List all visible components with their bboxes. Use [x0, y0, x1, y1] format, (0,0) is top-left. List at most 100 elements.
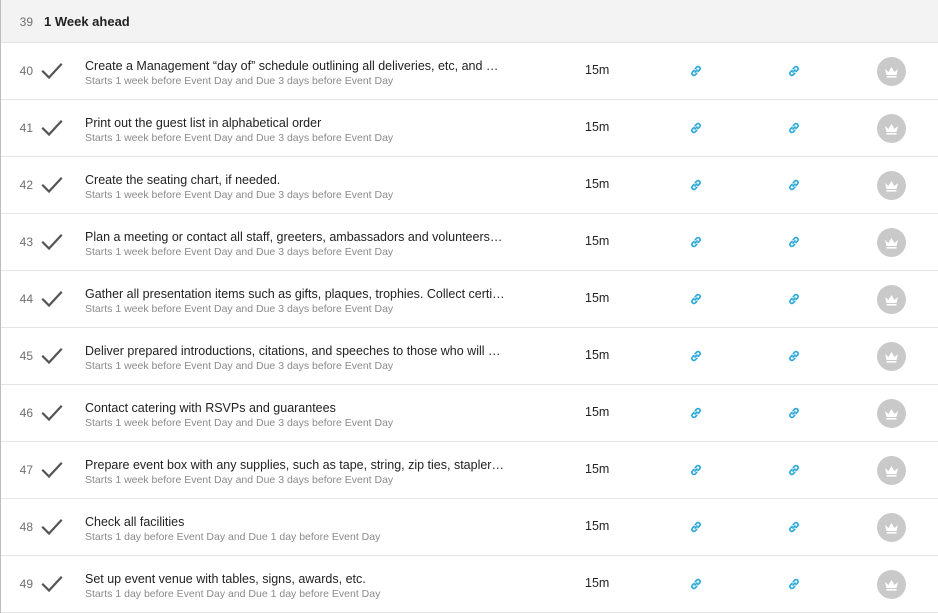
complete-task-button[interactable]	[39, 59, 65, 83]
task-title[interactable]: Plan a meeting or contact all staff, gre…	[85, 230, 505, 244]
dependency-link-button[interactable]	[688, 462, 704, 478]
check-icon	[41, 347, 63, 365]
row-number: 48	[19, 520, 33, 534]
crown-icon	[885, 465, 898, 477]
premium-button[interactable]	[877, 399, 906, 428]
dependency-link-button[interactable]	[688, 348, 704, 364]
complete-task-button[interactable]	[39, 287, 65, 311]
dependency-link-button[interactable]	[688, 519, 704, 535]
task-row[interactable]: 43 Plan a meeting or contact all staff, …	[1, 214, 938, 271]
check-icon	[41, 290, 63, 308]
check-icon	[41, 176, 63, 194]
crown-icon	[885, 522, 898, 534]
resource-link-button[interactable]	[786, 234, 802, 250]
task-duration: 15m	[585, 120, 610, 134]
resource-link-button[interactable]	[786, 177, 802, 193]
resource-link-button[interactable]	[786, 462, 802, 478]
task-title[interactable]: Check all facilities	[85, 515, 505, 529]
link-icon	[691, 179, 701, 191]
task-row[interactable]: 40 Create a Management “day of” schedule…	[1, 43, 938, 100]
premium-button[interactable]	[877, 114, 906, 143]
link-icon	[691, 407, 701, 419]
complete-task-button[interactable]	[39, 458, 65, 482]
task-duration: 15m	[585, 519, 610, 533]
task-duration: 15m	[585, 234, 610, 248]
task-duration: 15m	[585, 177, 610, 191]
complete-task-button[interactable]	[39, 344, 65, 368]
task-title[interactable]: Print out the guest list in alphabetical…	[85, 116, 505, 130]
crown-icon	[885, 408, 898, 420]
task-list: 40 Create a Management “day of” schedule…	[1, 43, 938, 613]
section-title: 1 Week ahead	[44, 14, 130, 29]
row-number: 45	[19, 349, 33, 363]
dependency-link-button[interactable]	[688, 234, 704, 250]
task-title[interactable]: Gather all presentation items such as gi…	[85, 287, 505, 301]
task-schedule: Starts 1 week before Event Day and Due 3…	[85, 360, 394, 372]
task-title[interactable]: Deliver prepared introductions, citation…	[85, 344, 505, 358]
task-schedule: Starts 1 week before Event Day and Due 3…	[85, 75, 394, 87]
link-icon	[691, 578, 701, 590]
link-icon	[789, 236, 799, 248]
resource-link-button[interactable]	[786, 348, 802, 364]
task-title[interactable]: Contact catering with RSVPs and guarante…	[85, 401, 505, 415]
crown-icon	[885, 66, 898, 78]
premium-button[interactable]	[877, 513, 906, 542]
premium-button[interactable]	[877, 57, 906, 86]
premium-button[interactable]	[877, 570, 906, 599]
dependency-link-button[interactable]	[688, 120, 704, 136]
resource-link-button[interactable]	[786, 120, 802, 136]
check-icon	[41, 461, 63, 479]
task-row[interactable]: 42 Create the seating chart, if needed. …	[1, 157, 938, 214]
complete-task-button[interactable]	[39, 173, 65, 197]
task-schedule: Starts 1 day before Event Day and Due 1 …	[85, 531, 381, 543]
complete-task-button[interactable]	[39, 401, 65, 425]
dependency-link-button[interactable]	[688, 177, 704, 193]
task-duration: 15m	[585, 63, 610, 77]
dependency-link-button[interactable]	[688, 63, 704, 79]
complete-task-button[interactable]	[39, 230, 65, 254]
task-row[interactable]: 45 Deliver prepared introductions, citat…	[1, 328, 938, 385]
task-duration: 15m	[585, 405, 610, 419]
premium-button[interactable]	[877, 285, 906, 314]
row-number: 42	[19, 178, 33, 192]
check-icon	[41, 404, 63, 422]
task-schedule: Starts 1 week before Event Day and Due 3…	[85, 303, 394, 315]
task-schedule: Starts 1 day before Event Day and Due 1 …	[85, 588, 381, 600]
complete-task-button[interactable]	[39, 116, 65, 140]
link-icon	[691, 293, 701, 305]
premium-button[interactable]	[877, 456, 906, 485]
task-row[interactable]: 48 Check all facilities Starts 1 day bef…	[1, 499, 938, 556]
premium-button[interactable]	[877, 342, 906, 371]
task-row[interactable]: 41 Print out the guest list in alphabeti…	[1, 100, 938, 157]
row-number: 39	[19, 15, 33, 29]
crown-icon	[885, 294, 898, 306]
task-row[interactable]: 44 Gather all presentation items such as…	[1, 271, 938, 328]
task-row[interactable]: 49 Set up event venue with tables, signs…	[1, 556, 938, 613]
resource-link-button[interactable]	[786, 291, 802, 307]
task-duration: 15m	[585, 348, 610, 362]
task-title[interactable]: Prepare event box with any supplies, suc…	[85, 458, 505, 472]
task-title[interactable]: Set up event venue with tables, signs, a…	[85, 572, 505, 586]
link-icon	[789, 407, 799, 419]
premium-button[interactable]	[877, 171, 906, 200]
task-table: 39 1 Week ahead 40 Create a Management “…	[0, 0, 938, 613]
dependency-link-button[interactable]	[688, 405, 704, 421]
premium-button[interactable]	[877, 228, 906, 257]
complete-task-button[interactable]	[39, 515, 65, 539]
link-icon	[789, 122, 799, 134]
dependency-link-button[interactable]	[688, 291, 704, 307]
resource-link-button[interactable]	[786, 519, 802, 535]
task-title[interactable]: Create a Management “day of” schedule ou…	[85, 59, 505, 73]
task-row[interactable]: 47 Prepare event box with any supplies, …	[1, 442, 938, 499]
dependency-link-button[interactable]	[688, 576, 704, 592]
check-icon	[41, 575, 63, 593]
resource-link-button[interactable]	[786, 63, 802, 79]
task-duration: 15m	[585, 291, 610, 305]
task-schedule: Starts 1 week before Event Day and Due 3…	[85, 132, 394, 144]
resource-link-button[interactable]	[786, 405, 802, 421]
task-row[interactable]: 46 Contact catering with RSVPs and guara…	[1, 385, 938, 442]
task-title[interactable]: Create the seating chart, if needed.	[85, 173, 505, 187]
resource-link-button[interactable]	[786, 576, 802, 592]
task-schedule: Starts 1 week before Event Day and Due 3…	[85, 246, 394, 258]
complete-task-button[interactable]	[39, 572, 65, 596]
